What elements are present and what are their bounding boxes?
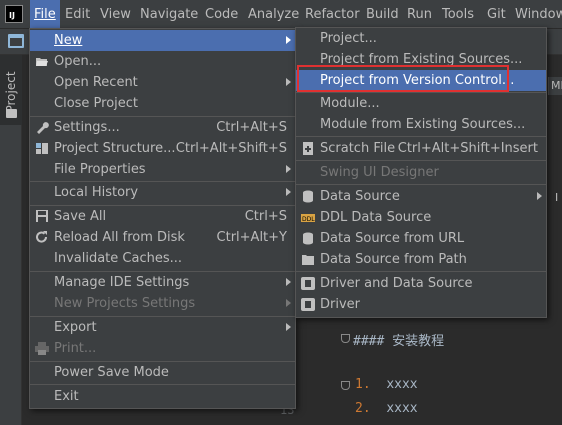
reload-icon [36, 231, 48, 243]
fold-marker-icon[interactable] [341, 334, 350, 343]
driver-icon [301, 277, 315, 290]
submenu-item-ddl-data-source[interactable]: DDL DDL Data Source [296, 207, 546, 228]
submenu-arrow-icon [286, 165, 291, 173]
menu-separator [296, 136, 546, 137]
submenu-item-scratch-file[interactable]: Scratch File Ctrl+Alt+Shift+Insert [296, 138, 546, 159]
submenu-arrow-icon [286, 78, 291, 86]
markdown-heading: #### 安装教程 [353, 334, 445, 349]
menu-code[interactable]: Code [201, 0, 242, 29]
folder-icon [6, 109, 17, 118]
submenu-item-driver[interactable]: Driver [296, 294, 546, 315]
menu-item-manage-ide-settings[interactable]: Manage IDE Settings [30, 272, 295, 293]
menu-item-file-properties[interactable]: File Properties [30, 159, 295, 180]
menu-item-settings[interactable]: Settings... Ctrl+Alt+S [30, 117, 295, 138]
menu-item-exit[interactable]: Exit [30, 386, 295, 407]
database-icon [303, 190, 313, 203]
file-menu-dropdown: New Open... Open Recent Close Project Se… [29, 28, 296, 409]
menu-separator [30, 384, 295, 385]
menu-analyze[interactable]: Analyze [244, 0, 303, 29]
menu-item-close-project[interactable]: Close Project [30, 93, 295, 114]
menu-item-new[interactable]: New [30, 30, 295, 51]
menu-file[interactable]: File [30, 0, 60, 29]
submenu-item-project[interactable]: Project... [296, 28, 546, 49]
wrench-icon [37, 122, 49, 134]
driver-icon [301, 298, 315, 311]
menu-item-save-all[interactable]: Save All Ctrl+S [30, 206, 295, 227]
scratch-file-icon [303, 142, 313, 155]
submenu-item-data-source-path[interactable]: Data Source from Path [296, 249, 546, 270]
menu-item-invalidate-caches[interactable]: Invalidate Caches... [30, 248, 295, 269]
menu-view[interactable]: View [96, 0, 135, 29]
list-item: 1. xxxx [355, 377, 418, 392]
menu-run[interactable]: Run [403, 0, 436, 29]
menu-window[interactable]: Window [511, 0, 562, 29]
save-icon [36, 210, 48, 222]
database-icon [303, 232, 313, 245]
submenu-item-driver-and-data-source[interactable]: Driver and Data Source [296, 273, 546, 294]
menu-item-print: Print... [30, 338, 295, 359]
menu-item-power-save-mode[interactable]: Power Save Mode [30, 362, 295, 383]
submenu-item-module[interactable]: Module... [296, 93, 546, 114]
folder-open-icon [36, 58, 48, 66]
menu-refactor[interactable]: Refactor [301, 0, 364, 29]
menu-separator [296, 160, 546, 161]
project-window-icon[interactable] [8, 34, 24, 48]
submenu-arrow-icon [286, 188, 291, 196]
menu-build[interactable]: Build [362, 0, 403, 29]
menu-item-local-history[interactable]: Local History [30, 182, 295, 203]
menu-item-export[interactable]: Export [30, 317, 295, 338]
svg-text:DDL: DDL [302, 216, 315, 223]
submenu-arrow-icon [286, 299, 291, 307]
submenu-arrow-icon [286, 36, 291, 44]
fold-marker-icon[interactable] [341, 381, 350, 390]
highlight-annotation-box [297, 65, 509, 92]
editor-side-fragment: I [555, 191, 559, 204]
menu-item-project-structure[interactable]: Project Structure... Ctrl+Alt+Shift+S [30, 138, 295, 159]
list-item: 2. xxxx [355, 401, 418, 416]
folder-icon [302, 255, 314, 265]
submenu-item-data-source-url[interactable]: Data Source from URL [296, 228, 546, 249]
menu-tools[interactable]: Tools [438, 0, 478, 29]
submenu-arrow-icon [537, 192, 542, 200]
printer-icon [35, 342, 49, 355]
ddl-icon: DDL [301, 214, 315, 223]
menu-git[interactable]: Git [483, 0, 510, 29]
menu-separator [296, 184, 546, 185]
submenu-item-module-from-existing-sources[interactable]: Module from Existing Sources... [296, 114, 546, 135]
menu-separator [296, 271, 546, 272]
submenu-item-data-source[interactable]: Data Source [296, 186, 546, 207]
menu-item-open-recent[interactable]: Open Recent [30, 72, 295, 93]
project-structure-icon [36, 143, 48, 154]
submenu-item-swing-ui-designer: Swing UI Designer [320, 165, 439, 180]
intellij-logo-icon[interactable]: IJ [5, 5, 23, 23]
editor-tab-fragment[interactable]: ME [548, 77, 562, 95]
menu-edit[interactable]: Edit [61, 0, 94, 29]
menu-item-new-projects-settings: New Projects Settings [30, 293, 295, 314]
menu-item-open[interactable]: Open... [30, 51, 295, 72]
menu-bar: IJ File Edit View Navigate Code Analyze … [0, 0, 562, 29]
menu-navigate[interactable]: Navigate [136, 0, 202, 29]
submenu-arrow-icon [286, 278, 291, 286]
submenu-arrow-icon [286, 323, 291, 331]
menu-item-reload-all[interactable]: Reload All from Disk Ctrl+Alt+Y [30, 227, 295, 248]
